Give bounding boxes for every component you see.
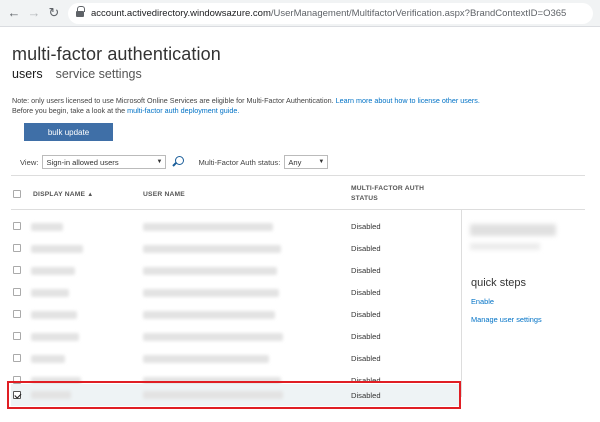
- license-note: Note: only users licensed to use Microso…: [12, 96, 592, 116]
- row-checkbox[interactable]: [13, 288, 21, 296]
- tab-bar: users service settings: [12, 67, 142, 81]
- table-row[interactable]: Disabled: [11, 260, 460, 282]
- redacted-user-name: [143, 311, 275, 319]
- mfa-status: Disabled: [351, 332, 381, 341]
- redacted-display-name: [31, 223, 63, 231]
- row-checkbox[interactable]: [13, 266, 21, 274]
- address-bar[interactable]: account.activedirectory.windowsazure.com…: [68, 3, 593, 24]
- mfa-status-select-value: Any: [288, 157, 302, 167]
- selected-row-highlight: [7, 381, 461, 409]
- redacted-display-name: [31, 267, 75, 275]
- redacted-display-name: [31, 311, 77, 319]
- license-link[interactable]: Learn more about how to license other us…: [336, 96, 480, 105]
- table-row[interactable]: Disabled: [11, 238, 460, 260]
- bulk-update-button[interactable]: bulk update: [24, 123, 113, 141]
- reload-icon[interactable]: ↻: [46, 5, 62, 21]
- tab-service-settings[interactable]: service settings: [56, 67, 142, 81]
- redacted-user-name: [143, 289, 279, 297]
- mfa-status: Disabled: [351, 266, 381, 275]
- table-row[interactable]: Disabled: [11, 216, 460, 238]
- mfa-status: Disabled: [351, 310, 381, 319]
- redacted-display-name: [31, 289, 69, 297]
- row-checkbox[interactable]: [13, 222, 21, 230]
- row-checkbox[interactable]: [13, 332, 21, 340]
- lock-icon: [76, 6, 85, 18]
- view-label: View:: [20, 157, 39, 167]
- column-mfa-status-line1: MULTI-FACTOR AUTH: [351, 185, 425, 192]
- side-pane-divider: [461, 210, 462, 397]
- page-content: multi-factor authentication users servic…: [0, 27, 600, 422]
- search-icon[interactable]: [172, 156, 185, 168]
- view-select-value: Sign-in allowed users: [46, 157, 119, 167]
- chevron-down-icon: ▼: [156, 159, 163, 165]
- manage-user-settings-link[interactable]: Manage user settings: [471, 315, 542, 324]
- column-display-name-label: DISPLAY NAME: [33, 191, 86, 198]
- redacted-display-name: [31, 245, 83, 253]
- redacted-user-name: [143, 355, 269, 363]
- page-title: multi-factor authentication: [12, 44, 221, 64]
- sort-ascending-icon: ▲: [87, 192, 94, 198]
- row-checkbox[interactable]: [13, 310, 21, 318]
- redacted-display-name: [31, 333, 79, 341]
- redacted-user-name: [143, 333, 283, 341]
- mfa-status: Disabled: [351, 288, 381, 297]
- url-host: account.activedirectory.windowsazure.com: [91, 8, 271, 19]
- mfa-status-label: Multi-Factor Auth status:: [198, 157, 281, 167]
- table-top-divider: [11, 175, 585, 176]
- redacted-user-detail: [470, 243, 540, 250]
- url-path: /UserManagement/MultifactorVerification.…: [270, 8, 567, 19]
- note-line2: Before you begin, take a look at the: [12, 106, 126, 115]
- tab-users[interactable]: users: [12, 67, 43, 81]
- view-select[interactable]: Sign-in allowed users ▼: [42, 155, 167, 169]
- table-row[interactable]: Disabled: [11, 304, 460, 326]
- mfa-status: Disabled: [351, 222, 381, 231]
- row-checkbox[interactable]: [13, 244, 21, 252]
- forward-arrow-icon[interactable]: →: [26, 5, 42, 21]
- table-row[interactable]: Disabled: [11, 348, 460, 370]
- table-row[interactable]: Disabled: [11, 326, 460, 348]
- mfa-status: Disabled: [351, 354, 381, 363]
- back-arrow-icon[interactable]: ←: [6, 5, 22, 21]
- column-mfa-status[interactable]: MULTI-FACTOR AUTH STATUS: [351, 184, 424, 204]
- filter-bar: View: Sign-in allowed users ▼ Multi-Fact…: [20, 155, 329, 169]
- mfa-status-select[interactable]: Any ▼: [284, 155, 329, 169]
- redacted-user-name: [143, 267, 277, 275]
- column-display-name[interactable]: DISPLAY NAME ▲: [33, 191, 93, 198]
- mfa-status: Disabled: [351, 244, 381, 253]
- browser-toolbar: ← → ↻ account.activedirectory.windowsazu…: [0, 0, 600, 27]
- enable-link[interactable]: Enable: [471, 297, 494, 306]
- row-checkbox[interactable]: [13, 354, 21, 362]
- quick-steps-title: quick steps: [471, 277, 527, 289]
- deployment-guide-link[interactable]: multi-factor auth deployment guide.: [127, 106, 239, 115]
- redacted-display-name: [31, 355, 65, 363]
- note-line1: Note: only users licensed to use Microso…: [12, 96, 334, 105]
- redacted-user-name: [143, 245, 281, 253]
- chevron-down-icon: ▼: [318, 159, 325, 165]
- redacted-user-name: [143, 223, 273, 231]
- table-header-divider: [11, 209, 585, 210]
- column-user-name[interactable]: USER NAME: [143, 191, 185, 198]
- column-mfa-status-line2: STATUS: [351, 195, 378, 202]
- select-all-checkbox[interactable]: [13, 190, 21, 198]
- redacted-user-display-name: [470, 224, 556, 236]
- table-row[interactable]: Disabled: [11, 282, 460, 304]
